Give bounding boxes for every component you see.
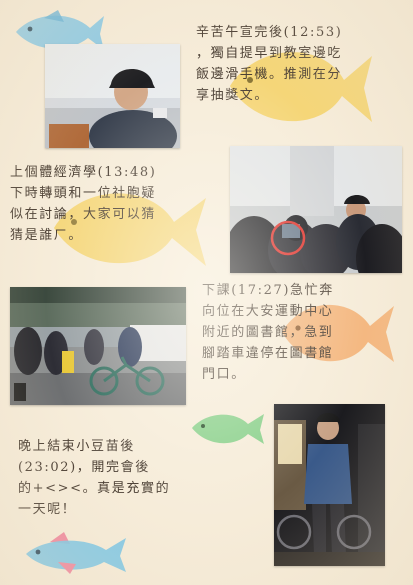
pink-blue-fish-icon bbox=[26, 532, 126, 574]
photo-night-bicycle bbox=[274, 404, 385, 566]
caption-evening: 晚上結束小豆苗後 (23:02)，開完會後 的+<><。真是充實的 一天呢！ bbox=[18, 439, 171, 517]
photo-classroom-phone bbox=[45, 44, 180, 148]
photo-street-bicycle bbox=[10, 287, 186, 405]
photo-lecture bbox=[230, 146, 402, 273]
caption-library: 下課(17:27)急忙奔 向位在大安運動中心 附近的圖書館，急到 腳踏車違停在圖… bbox=[202, 283, 334, 382]
photo-collage-page: 辛苦午宣完後(12:53) ，獨自提早到教室邊吃 飯邊滑手機。推測在分 享抽獎文… bbox=[0, 0, 413, 585]
caption-lunch: 辛苦午宣完後(12:53) ，獨自提早到教室邊吃 飯邊滑手機。推測在分 享抽獎文… bbox=[196, 25, 343, 103]
caption-economics-class: 上個體經濟學(13:48) 下時轉頭和一位社胞疑 似在討論，大家可以猜 猜是誰ㄏ… bbox=[10, 165, 157, 243]
